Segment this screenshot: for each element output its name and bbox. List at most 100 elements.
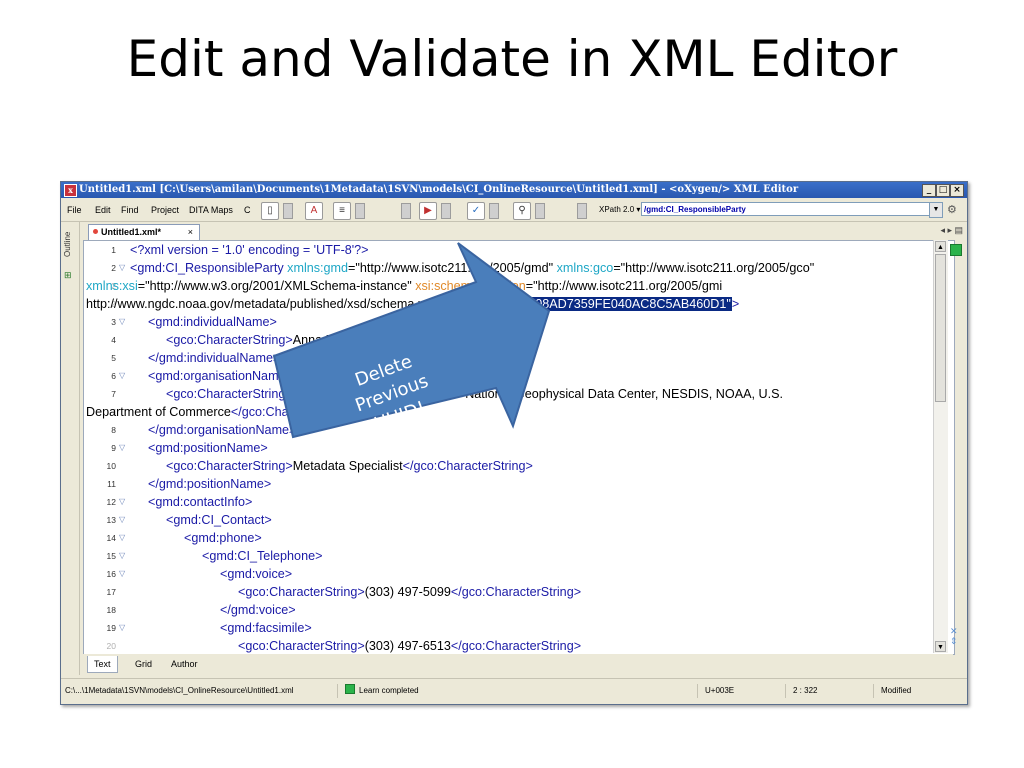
code-line[interactable]: 8 </gmd:organisationName> bbox=[84, 421, 954, 439]
validate-icon[interactable]: ✓ bbox=[467, 202, 485, 220]
code-token: xmlns:gmd bbox=[287, 261, 349, 275]
tab-text-mode[interactable]: Text bbox=[87, 656, 118, 673]
run-transformation-icon[interactable]: ▶ bbox=[419, 202, 437, 220]
line-number: 12 bbox=[106, 497, 116, 507]
xpath-dropdown-icon[interactable]: ▼ bbox=[929, 202, 943, 218]
close-tab-icon[interactable]: × bbox=[188, 225, 193, 240]
code-line[interactable]: 5 </gmd:individualName> bbox=[84, 349, 954, 367]
code-line[interactable]: 11 </gmd:positionName> bbox=[84, 475, 954, 493]
code-token: <gmd:CI_ResponsibleParty bbox=[130, 261, 288, 275]
format-indent-icon[interactable]: A bbox=[305, 202, 323, 220]
slide-title: Edit and Validate in XML Editor bbox=[126, 30, 898, 88]
toolbar-overflow-4[interactable] bbox=[441, 203, 451, 219]
toolbar-overflow-6[interactable] bbox=[535, 203, 545, 219]
code-text: <gmd:facsimile> bbox=[220, 619, 312, 637]
maximize-button[interactable]: □ bbox=[936, 184, 950, 197]
code-token: Department of Commerce bbox=[86, 405, 231, 419]
fold-toggle-icon[interactable]: ▽ bbox=[119, 547, 125, 565]
vertical-scrollbar[interactable]: ▲ ▼ bbox=[933, 240, 948, 653]
code-line[interactable]: 7 <gco:CharacterString>DOC/NOAA/NESDIS/NG… bbox=[84, 385, 954, 403]
fold-toggle-icon[interactable]: ▽ bbox=[119, 439, 125, 457]
scroll-up-icon[interactable]: ▲ bbox=[935, 241, 946, 252]
fold-toggle-icon[interactable]: ▽ bbox=[119, 565, 125, 583]
code-token: </gmd:voice> bbox=[220, 603, 296, 617]
toolbar-overflow-2[interactable] bbox=[355, 203, 365, 219]
toolbar-overflow-5[interactable] bbox=[489, 203, 499, 219]
tab-author-mode[interactable]: Author bbox=[165, 656, 204, 672]
code-token: xsi:schemaLocation bbox=[415, 279, 526, 293]
oxygen-app-icon: x bbox=[64, 184, 77, 197]
fold-toggle-icon[interactable]: ▽ bbox=[119, 259, 125, 277]
code-line[interactable]: 2 ▽ <gmd:CI_ResponsibleParty xmlns:gmd="ht… bbox=[84, 259, 954, 277]
code-token: <gmd:individualName> bbox=[148, 315, 277, 329]
status-learn: Learn completed bbox=[345, 684, 698, 698]
code-text: <gmd:CI_Contact> bbox=[166, 511, 272, 529]
line-number: 20 bbox=[106, 641, 116, 651]
align-icon[interactable]: ≡ bbox=[333, 202, 351, 220]
xml-code-editor[interactable]: 1 <?xml version = '1.0' encoding = 'UTF-8… bbox=[83, 240, 955, 655]
code-text: <gco:CharacterString>DOC/NOAA/NESDIS/NGD… bbox=[166, 385, 783, 403]
fold-toggle-icon[interactable]: ▽ bbox=[119, 493, 125, 511]
toolbar-overflow-7[interactable] bbox=[577, 203, 587, 219]
code-line[interactable]: 9 ▽ <gmd:positionName> bbox=[84, 439, 954, 457]
scrollbar-thumb[interactable] bbox=[935, 254, 946, 402]
minimize-button[interactable]: _ bbox=[922, 184, 936, 197]
code-line[interactable]: 10 <gco:CharacterString>Metadata Speciali… bbox=[84, 457, 954, 475]
gear-icon[interactable]: ⚙ bbox=[947, 203, 957, 216]
code-line[interactable]: 19 ▽ <gmd:facsimile> bbox=[84, 619, 954, 637]
code-token: http://www.ngdc.noaa.gov/metadata/publis… bbox=[86, 297, 446, 311]
xpath-version-select[interactable]: XPath 2.0 ▾ bbox=[599, 205, 640, 214]
code-token: (303) 497-6513 bbox=[364, 639, 451, 653]
tab-untitled1[interactable]: Untitled1.xml* × bbox=[88, 224, 200, 240]
code-text: <gmd:contactInfo> bbox=[148, 493, 252, 511]
close-window-button[interactable]: × bbox=[950, 184, 964, 197]
code-line[interactable]: 2 xmlns:xsi="http://www.w3.org/2001/XMLSc… bbox=[84, 277, 954, 295]
code-line[interactable]: 6 ▽ <gmd:organisationName> bbox=[84, 367, 954, 385]
status-file-path: C:\...\1Metadata\1SVN\models\CI_OnlineRe… bbox=[65, 684, 338, 698]
code-token: <?xml version = '1.0' encoding = 'UTF-8'… bbox=[130, 243, 369, 257]
tab-navigation-icons[interactable]: ◂ ▸ ▤ bbox=[940, 225, 963, 236]
line-number: 10 bbox=[106, 461, 116, 471]
menu-edit[interactable]: Edit bbox=[95, 205, 111, 215]
code-token: <gmd:contactInfo> bbox=[148, 495, 253, 509]
menu-find[interactable]: Find bbox=[121, 205, 139, 215]
error-nav-icons[interactable]: ✕ ⇕ bbox=[950, 626, 958, 646]
fold-toggle-icon[interactable]: ▽ bbox=[119, 619, 125, 637]
code-line[interactable]: 12 ▽ <gmd:contactInfo> bbox=[84, 493, 954, 511]
code-line[interactable]: 15 ▽ <gmd:CI_Telephone> bbox=[84, 547, 954, 565]
code-line[interactable]: 2 http://www.ngdc.noaa.gov/metadata/publi… bbox=[84, 295, 954, 313]
search-icon[interactable]: ⚲ bbox=[513, 202, 531, 220]
code-line[interactable]: 17 <gco:CharacterString>(303) 497-5099</g… bbox=[84, 583, 954, 601]
window-titlebar[interactable]: x Untitled1.xml [C:\Users\amilan\Documen… bbox=[61, 182, 967, 198]
xpath-input[interactable]: /gmd:CI_ResponsibleParty bbox=[641, 202, 931, 216]
line-number: 13 bbox=[106, 515, 116, 525]
code-line[interactable]: 4 <gco:CharacterString>Anna Milan</gco:Ch… bbox=[84, 331, 954, 349]
code-line[interactable]: 13 ▽ <gmd:CI_Contact> bbox=[84, 511, 954, 529]
fold-toggle-icon[interactable]: ▽ bbox=[119, 367, 125, 385]
code-line[interactable]: 20 <gco:CharacterString>(303) 497-6513</g… bbox=[84, 637, 954, 654]
code-line[interactable]: 3 ▽ <gmd:individualName> bbox=[84, 313, 954, 331]
tab-label: Untitled1.xml* bbox=[101, 227, 162, 237]
code-line[interactable]: 1 <?xml version = '1.0' encoding = 'UTF-8… bbox=[84, 241, 954, 259]
code-line[interactable]: 18 </gmd:voice> bbox=[84, 601, 954, 619]
outline-tree-icon[interactable]: ⊞ bbox=[64, 270, 76, 280]
fold-toggle-icon[interactable]: ▽ bbox=[119, 511, 125, 529]
menu-c[interactable]: C bbox=[244, 205, 251, 215]
toolbar-overflow-3[interactable] bbox=[401, 203, 411, 219]
toolbar-overflow[interactable] bbox=[283, 203, 293, 219]
code-line[interactable]: 14 ▽ <gmd:phone> bbox=[84, 529, 954, 547]
fold-toggle-icon[interactable]: ▽ bbox=[119, 529, 125, 547]
code-line[interactable]: 16 ▽ <gmd:voice> bbox=[84, 565, 954, 583]
code-text: <gmd:CI_ResponsibleParty xmlns:gmd="http… bbox=[130, 259, 814, 277]
tab-grid-mode[interactable]: Grid bbox=[129, 656, 158, 672]
line-number: 1 bbox=[111, 245, 116, 255]
menu-file[interactable]: File bbox=[67, 205, 82, 215]
menu-dita-maps[interactable]: DITA Maps bbox=[189, 205, 233, 215]
outline-tab[interactable]: Outline bbox=[63, 226, 77, 262]
scroll-down-icon[interactable]: ▼ bbox=[935, 641, 946, 652]
menu-project[interactable]: Project bbox=[151, 205, 179, 215]
new-document-icon[interactable]: ▯ bbox=[261, 202, 279, 220]
xml-editor-window: x Untitled1.xml [C:\Users\amilan\Documen… bbox=[60, 181, 968, 705]
fold-toggle-icon[interactable]: ▽ bbox=[119, 313, 125, 331]
code-line[interactable]: 7 Department of Commerce</gco:CharacterSt… bbox=[84, 403, 954, 421]
